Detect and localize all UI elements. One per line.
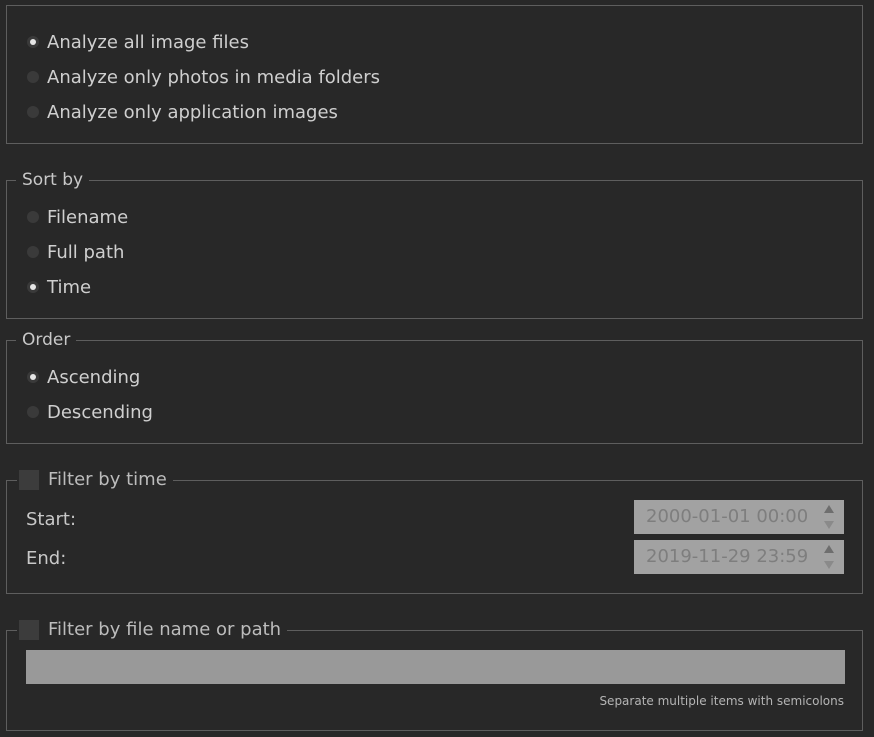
sort-by-group: Sort by Filename Full path Time [6, 170, 863, 319]
order-group: Order Ascending Descending [6, 330, 863, 444]
radio-sort-time[interactable]: Time [27, 275, 91, 299]
spin-up-icon[interactable] [824, 505, 834, 513]
order-title: Order [16, 330, 77, 350]
radio-analyze-media-photos[interactable]: Analyze only photos in media folders [27, 65, 380, 89]
filter-by-name-checkbox-row[interactable]: Filter by file name or path [17, 619, 288, 640]
filter-by-name-group: Filter by file name or path Separate mul… [6, 619, 863, 731]
name-filter-input[interactable] [26, 650, 845, 684]
end-datetime-input[interactable]: 2019-11-29 23:59 [634, 540, 844, 574]
radio-label: Analyze only photos in media folders [47, 66, 381, 88]
start-label: Start: [26, 509, 77, 530]
radio-label: Descending [47, 401, 153, 423]
end-label: End: [26, 548, 67, 569]
filter-by-name-label: Filter by file name or path [48, 619, 282, 640]
radio-label: Full path [47, 241, 125, 263]
radio-indicator[interactable] [27, 106, 39, 118]
radio-indicator[interactable] [27, 281, 39, 293]
filter-by-time-label: Filter by time [48, 469, 167, 490]
start-datetime-input[interactable]: 2000-01-01 00:00 [634, 500, 844, 534]
radio-label: Analyze only application images [47, 101, 338, 123]
radio-label: Time [47, 276, 92, 298]
radio-label: Ascending [47, 366, 141, 388]
spin-down-icon[interactable] [824, 561, 834, 569]
radio-order-descending[interactable]: Descending [27, 400, 153, 424]
radio-indicator[interactable] [27, 371, 39, 383]
radio-order-ascending[interactable]: Ascending [27, 365, 140, 389]
radio-sort-filename[interactable]: Filename [27, 205, 128, 229]
radio-indicator[interactable] [27, 246, 39, 258]
radio-analyze-all[interactable]: Analyze all image files [27, 30, 249, 54]
sort-by-title: Sort by [16, 170, 90, 190]
radio-indicator[interactable] [27, 71, 39, 83]
filter-by-time-checkbox-row[interactable]: Filter by time [17, 469, 173, 490]
radio-indicator[interactable] [27, 36, 39, 48]
spin-up-icon[interactable] [824, 545, 834, 553]
filter-by-time-checkbox[interactable] [19, 469, 39, 490]
radio-analyze-app-images[interactable]: Analyze only application images [27, 100, 338, 124]
scope-group: Analyze all image files Analyze only pho… [6, 5, 863, 144]
filter-by-name-checkbox[interactable] [19, 619, 39, 640]
radio-label: Analyze all image files [47, 31, 249, 53]
start-datetime-value: 2000-01-01 00:00 [646, 506, 809, 527]
radio-label: Filename [47, 206, 129, 228]
radio-sort-full-path[interactable]: Full path [27, 240, 124, 264]
end-datetime-value: 2019-11-29 23:59 [646, 546, 809, 567]
radio-indicator[interactable] [27, 406, 39, 418]
spin-down-icon[interactable] [824, 521, 834, 529]
name-filter-hint: Separate multiple items with semicolons [599, 694, 844, 708]
filter-by-time-group: Filter by time Start: 2000-01-01 00:00 E… [6, 469, 863, 594]
radio-indicator[interactable] [27, 211, 39, 223]
